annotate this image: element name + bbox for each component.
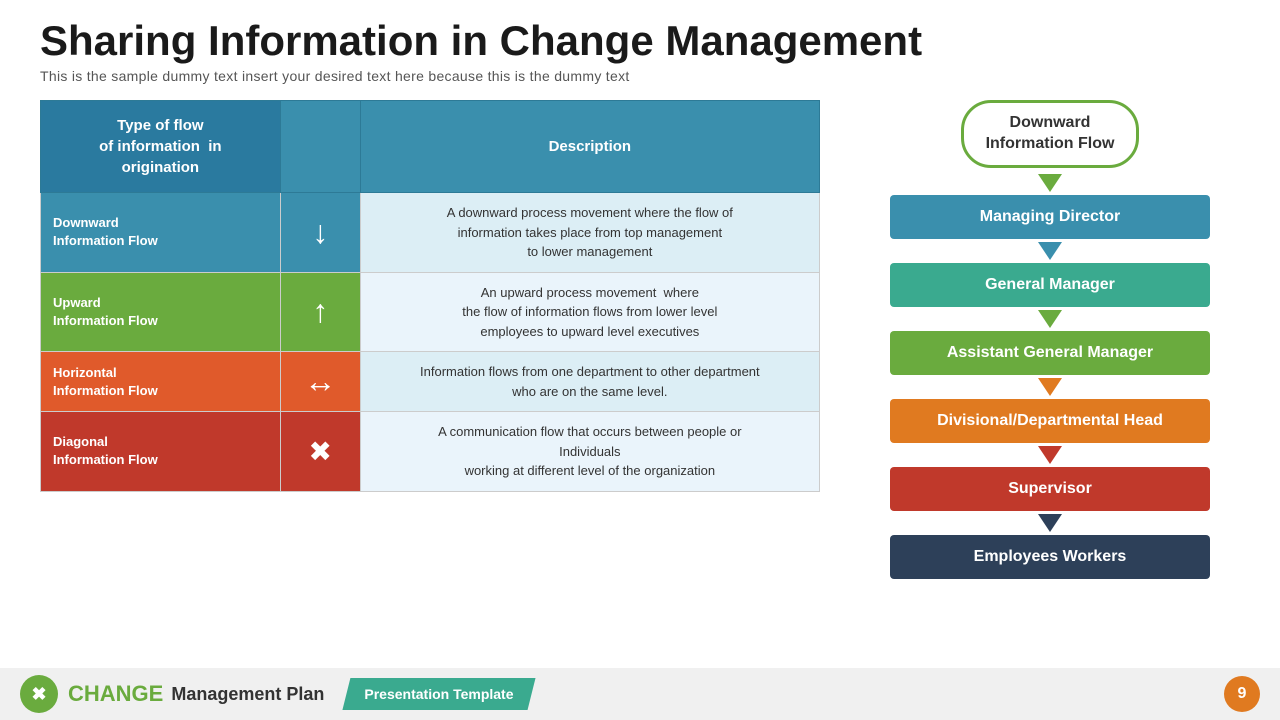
template-label: Presentation Template bbox=[342, 678, 535, 710]
col-header-desc: Description bbox=[360, 101, 819, 193]
table-row: HorizontalInformation Flow ↔ Information… bbox=[41, 352, 820, 412]
arrow-down-icon bbox=[1038, 514, 1062, 532]
left-table: Type of flowof information inorigination… bbox=[40, 100, 820, 580]
table-header-row: Type of flowof information inorigination… bbox=[41, 101, 820, 193]
page-number: 9 bbox=[1224, 676, 1260, 712]
org-box-employees: Employees Workers bbox=[890, 535, 1210, 579]
footer: ✖ CHANGE Management Plan Presentation Te… bbox=[0, 668, 1280, 720]
row2-icon: ↑ bbox=[280, 272, 360, 352]
brand-mgmt: Management Plan bbox=[171, 684, 324, 705]
col-header-type: Type of flowof information inorigination bbox=[41, 101, 281, 193]
header: Sharing Information in Change Management… bbox=[0, 0, 1280, 90]
content-area: Type of flowof information inorigination… bbox=[0, 90, 1280, 580]
row3-desc: Information flows from one department to… bbox=[360, 352, 819, 412]
row1-icon: ↓ bbox=[280, 193, 360, 273]
subtitle: This is the sample dummy text insert you… bbox=[40, 68, 1240, 84]
org-box-divisional: Divisional/Departmental Head bbox=[890, 399, 1210, 443]
row2-type: UpwardInformation Flow bbox=[41, 272, 281, 352]
horizontal-arrow-icon: ↔ bbox=[304, 363, 336, 399]
arrow-down-icon bbox=[1038, 310, 1062, 328]
org-chart: DownwardInformation Flow Managing Direct… bbox=[860, 100, 1240, 580]
up-arrow-icon: ↑ bbox=[312, 293, 328, 329]
arrow-down-icon bbox=[1038, 242, 1062, 260]
row2-desc: An upward process movement wherethe flow… bbox=[360, 272, 819, 352]
arrow-down-icon bbox=[1038, 174, 1062, 192]
table-row: UpwardInformation Flow ↑ An upward proce… bbox=[41, 272, 820, 352]
row3-icon: ↔ bbox=[280, 352, 360, 412]
org-box-general: General Manager bbox=[890, 263, 1210, 307]
diagonal-icon: ✖ bbox=[308, 436, 331, 467]
arrow-down-icon bbox=[1038, 446, 1062, 464]
row4-desc: A communication flow that occurs between… bbox=[360, 412, 819, 492]
row1-type: DownwardInformation Flow bbox=[41, 193, 281, 273]
org-top-label: DownwardInformation Flow bbox=[961, 100, 1140, 168]
brand-logo: ✖ bbox=[20, 675, 58, 713]
org-box-supervisor: Supervisor bbox=[890, 467, 1210, 511]
brand-change: CHANGE bbox=[68, 681, 163, 707]
col-header-icon bbox=[280, 101, 360, 193]
org-box-asst: Assistant General Manager bbox=[890, 331, 1210, 375]
table-row: DownwardInformation Flow ↓ A downward pr… bbox=[41, 193, 820, 273]
row3-type: HorizontalInformation Flow bbox=[41, 352, 281, 412]
row4-type: DiagonalInformation Flow bbox=[41, 412, 281, 492]
arrow-down-icon bbox=[1038, 378, 1062, 396]
logo-icon: ✖ bbox=[31, 684, 46, 705]
page-title: Sharing Information in Change Management bbox=[40, 18, 1240, 64]
org-box-managing: Managing Director bbox=[890, 195, 1210, 239]
table-row: DiagonalInformation Flow ✖ A communicati… bbox=[41, 412, 820, 492]
row1-desc: A downward process movement where the fl… bbox=[360, 193, 819, 273]
down-arrow-icon: ↓ bbox=[312, 214, 328, 250]
row4-icon: ✖ bbox=[280, 412, 360, 492]
